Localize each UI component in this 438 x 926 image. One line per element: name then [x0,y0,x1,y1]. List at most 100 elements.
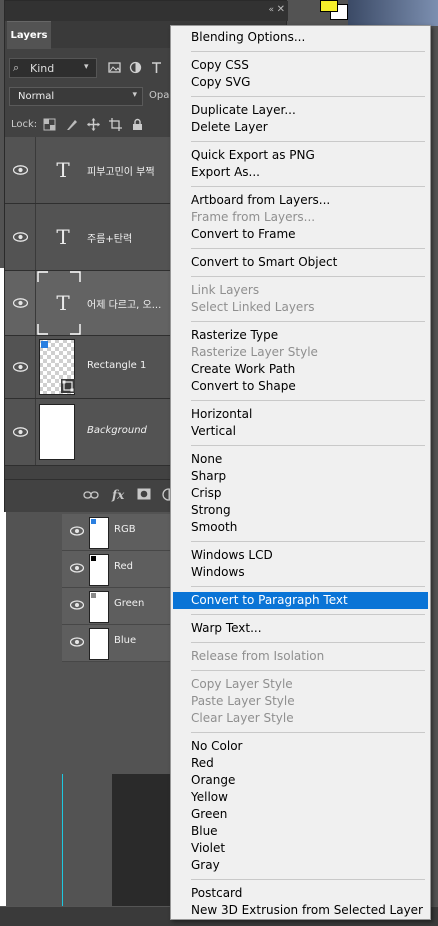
filter-type-icon[interactable] [150,61,163,74]
menu-item-gray[interactable]: Gray [173,857,428,874]
link-icon[interactable] [83,489,99,501]
menu-item-green[interactable]: Green [173,806,428,823]
menu-item-copy-svg[interactable]: Copy SVG [173,74,428,91]
lock-position-icon[interactable] [87,118,100,131]
menu-separator [191,248,425,249]
channel-row[interactable]: Blue [62,625,170,662]
fx-icon[interactable]: fx [112,488,124,502]
layer-name[interactable]: 피부고민이 부쩍 [87,163,155,178]
menu-item-rasterize-type[interactable]: Rasterize Type [173,327,428,344]
menu-item-duplicate-layer[interactable]: Duplicate Layer... [173,102,428,119]
vector-mask-icon [61,379,75,393]
chevron-down-icon: ▾ [84,62,89,72]
channels-panel: RGB Red Green Blue [62,512,171,774]
lock-image-pixels-icon[interactable] [65,118,78,131]
filter-adjustment-icon[interactable] [129,61,142,74]
menu-separator [191,96,425,97]
menu-item-yellow[interactable]: Yellow [173,789,428,806]
menu-separator [191,642,425,643]
menu-item-horizontal[interactable]: Horizontal [173,406,428,423]
lock-all-icon[interactable] [131,118,144,131]
eye-icon[interactable] [13,232,28,242]
menu-item-windows[interactable]: Windows [173,564,428,581]
eye-icon[interactable] [70,600,84,610]
eye-icon[interactable] [70,563,84,573]
collapse-panel-icon[interactable]: « [268,5,274,15]
menu-separator [191,541,425,542]
menu-item-copy-css[interactable]: Copy CSS [173,57,428,74]
channel-thumbnail [89,517,109,549]
menu-separator [191,445,425,446]
menu-item-postcard[interactable]: Postcard [173,885,428,902]
filter-kind-label: Kind [30,62,55,75]
menu-item-frame-from-layers: Frame from Layers... [191,210,316,224]
menu-item-artboard-from-layers[interactable]: Artboard from Layers... [173,192,428,209]
menu-item-convert-to-frame[interactable]: Convert to Frame [173,226,428,243]
channel-name: Blue [114,635,137,646]
menu-item-copy-layer-style: Copy Layer Style [191,677,293,691]
foreground-color-swatch[interactable] [320,0,338,12]
menu-item-warp-text[interactable]: Warp Text... [173,620,428,637]
menu-item-crisp[interactable]: Crisp [173,485,428,502]
menu-item-export-as[interactable]: Export As... [173,164,428,181]
channel-dot [91,556,96,561]
layer-name[interactable]: 주름+탄력 [87,230,132,245]
menu-item-convert-to-smart-object[interactable]: Convert to Smart Object [173,254,428,271]
menu-item-violet[interactable]: Violet [173,840,428,857]
layer-context-menu: Blending Options... Copy CSS Copy SVG Dupli… [170,25,431,920]
menu-separator [191,670,425,671]
menu-item-strong[interactable]: Strong [173,502,428,519]
blend-mode-select[interactable]: Normal ▾ [9,87,143,106]
close-panel-icon[interactable]: ✕ [277,4,285,15]
channel-dot [91,519,96,524]
filter-pixel-icon[interactable] [108,61,121,74]
layer-name[interactable]: 어제 다르고, 오... [87,296,161,311]
menu-separator [191,879,425,880]
tab-layers[interactable]: Layers [7,21,51,49]
eye-icon[interactable] [13,427,28,437]
blend-mode-value: Normal [18,91,55,102]
channel-row[interactable]: Green [62,588,170,625]
menu-item-none[interactable]: None [173,451,428,468]
menu-item-new-3d-extrusion-from-selected-layer[interactable]: New 3D Extrusion from Selected Layer [173,902,428,919]
menu-item-orange[interactable]: Orange [173,772,428,789]
menu-item-rasterize-layer-style: Rasterize Layer Style [191,345,318,359]
menu-item-no-color[interactable]: No Color [173,738,428,755]
eye-icon[interactable] [13,165,28,175]
menu-item-convert-to-paragraph-text[interactable]: Convert to Paragraph Text [173,592,428,609]
eye-icon[interactable] [70,637,84,647]
menu-item-create-work-path[interactable]: Create Work Path [173,361,428,378]
channel-name: Red [114,561,133,572]
menu-item-link-layers: Link Layers [191,283,260,297]
menu-item-sharp[interactable]: Sharp [173,468,428,485]
menu-item-delete-layer[interactable]: Delete Layer [173,119,428,136]
menu-item-blue[interactable]: Blue [173,823,428,840]
eye-icon[interactable] [70,526,84,536]
menu-item-vertical[interactable]: Vertical [173,423,428,440]
panel-title-bar: « ✕ [5,1,288,21]
menu-item-convert-to-shape[interactable]: Convert to Shape [173,378,428,395]
layer-name[interactable]: Background [87,425,147,436]
menu-item-red[interactable]: Red [173,755,428,772]
menu-separator [191,400,425,401]
lock-artboard-icon[interactable] [109,118,122,131]
document-preview-strip [348,0,438,26]
channel-row[interactable]: Red [62,551,170,588]
mask-icon[interactable] [137,488,151,500]
layer-filter-select[interactable]: ⌕ Kind ▾ [9,58,97,78]
menu-item-blending-options[interactable]: Blending Options... [173,29,428,46]
eye-icon[interactable] [13,298,28,308]
channel-thumbnail [89,628,109,660]
layer-name[interactable]: Rectangle 1 [87,360,146,371]
eye-icon[interactable] [13,362,28,372]
menu-item-windows-lcd[interactable]: Windows LCD [173,547,428,564]
menu-separator [191,51,425,52]
menu-separator [191,586,425,587]
menu-item-smooth[interactable]: Smooth [173,519,428,536]
channel-name: RGB [114,524,136,535]
channel-row[interactable]: RGB [62,514,170,551]
menu-item-quick-export-as-png[interactable]: Quick Export as PNG [173,147,428,164]
chevron-down-icon: ▾ [132,90,137,100]
channel-thumbnail [89,554,109,586]
lock-transparent-pixels-icon[interactable] [43,118,56,131]
